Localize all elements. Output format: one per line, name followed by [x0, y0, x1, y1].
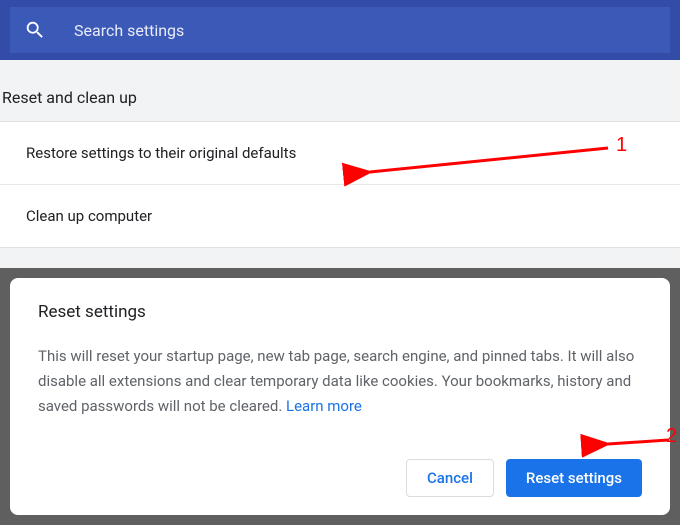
learn-more-link[interactable]: Learn more: [286, 397, 362, 415]
search-icon: [24, 19, 46, 41]
section-title: Reset and clean up: [0, 60, 680, 121]
dialog-body: This will reset your startup page, new t…: [38, 344, 642, 418]
annotation-label-1: 1: [616, 134, 627, 157]
search-input-container[interactable]: Search settings: [10, 7, 670, 53]
reset-settings-dialog: Reset settings This will reset your star…: [10, 278, 670, 515]
settings-item-restore-defaults[interactable]: Restore settings to their original defau…: [0, 122, 680, 185]
settings-item-clean-up[interactable]: Clean up computer: [0, 185, 680, 247]
annotation-label-2: 2: [666, 425, 677, 448]
reset-settings-button[interactable]: Reset settings: [506, 459, 642, 497]
search-bar: Search settings: [0, 0, 680, 60]
settings-list: Restore settings to their original defau…: [0, 121, 680, 248]
cancel-button[interactable]: Cancel: [406, 459, 494, 497]
dialog-actions: Cancel Reset settings: [406, 459, 642, 497]
search-placeholder: Search settings: [74, 21, 184, 40]
dialog-title: Reset settings: [38, 302, 642, 322]
dialog-backdrop: Reset settings This will reset your star…: [0, 268, 680, 525]
